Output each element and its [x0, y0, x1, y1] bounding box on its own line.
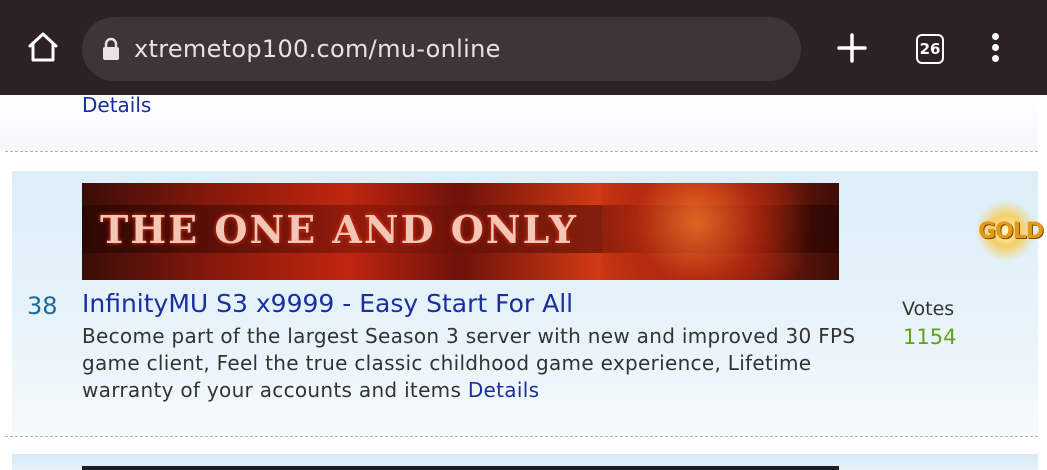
- entry-divider: [5, 436, 1038, 437]
- server-title-link[interactable]: InfinityMU S3 x9999 - Easy Start For All: [82, 288, 573, 320]
- url-text: xtremetop100.com/mu-online: [134, 35, 501, 63]
- side-ad-badge[interactable]: GOLD: [974, 201, 1044, 261]
- address-bar[interactable]: xtremetop100.com/mu-online: [82, 17, 801, 81]
- previous-server-entry: Details: [0, 95, 1038, 151]
- overflow-menu-icon[interactable]: [988, 33, 1002, 63]
- browser-toolbar: xtremetop100.com/mu-online 26: [0, 0, 1047, 95]
- next-server-banner[interactable]: [82, 466, 839, 470]
- banner-text: THE ONE AND ONLY: [100, 207, 579, 252]
- home-icon[interactable]: [26, 30, 60, 64]
- lock-icon: [103, 37, 119, 60]
- tab-switcher-button[interactable]: 26: [916, 34, 944, 64]
- entry-divider: [5, 151, 1038, 152]
- new-tab-icon[interactable]: [836, 32, 868, 64]
- votes-count: 1154: [903, 325, 957, 349]
- details-link[interactable]: Details: [82, 95, 151, 115]
- page-content: Details THE ONE AND ONLY GOLD 38 Infinit…: [0, 95, 1047, 470]
- tab-count: 26: [919, 40, 941, 58]
- server-banner[interactable]: THE ONE AND ONLY: [82, 183, 839, 280]
- votes-label: Votes: [902, 298, 955, 320]
- server-description: Become part of the largest Season 3 serv…: [82, 323, 872, 404]
- side-ad-text: GOLD: [978, 219, 1044, 244]
- server-entry: THE ONE AND ONLY GOLD 38 InfinityMU S3 x…: [12, 171, 1044, 437]
- next-server-entry: [12, 454, 1038, 470]
- server-rank: 38: [27, 292, 58, 320]
- details-link[interactable]: Details: [468, 378, 539, 402]
